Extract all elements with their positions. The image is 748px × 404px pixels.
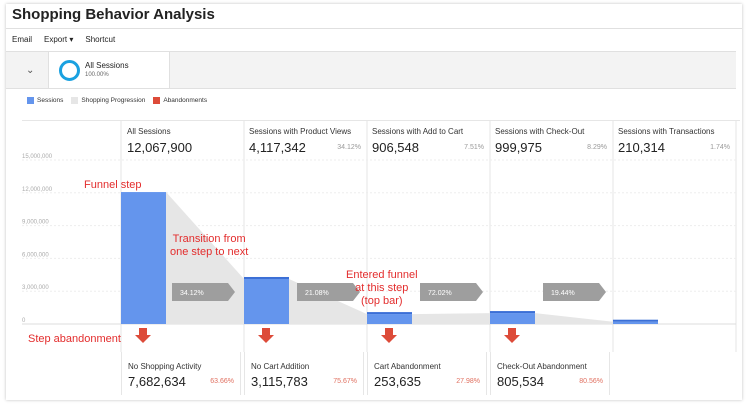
abandon-value: 253,635 [374,374,421,389]
segment-bar: ⌄ All Sessions 100.00% [6,51,736,89]
column-header-check-out[interactable]: Sessions with Check-Out 999,975 8.29% [495,127,613,155]
column-percent: 1.74% [710,144,730,151]
abandon-label: No Shopping Activity [128,362,202,371]
segment-ring-icon [59,60,80,81]
annotation-step-abandonment: Step abandonment [28,333,121,345]
column-percent: 8.29% [587,144,607,151]
column-header-all-sessions[interactable]: All Sessions 12,067,900 [127,127,245,155]
abandon-label: No Cart Addition [251,362,310,371]
column-percent: 7.51% [464,144,484,151]
legend-item-progression: Shopping Progression [71,97,145,104]
segment-percent: 100.00% [85,72,109,78]
column-header-add-to-cart[interactable]: Sessions with Add to Cart 906,548 7.51% [372,127,490,155]
header-divider [22,120,740,121]
abandon-card-no-cart[interactable]: No Cart Addition 3,115,783 75.67% [244,352,364,395]
abandon-percent: 27.98% [456,378,480,385]
abandon-label: Cart Abandonment [374,362,441,371]
annotation-funnel-step: Funnel step [84,179,142,191]
column-label: Sessions with Transactions [618,127,715,136]
abandon-card-cart[interactable]: Cart Abandonment 253,635 27.98% [367,352,487,395]
annotation-line: Entered funnel [346,269,418,281]
annotation-transition: Transition from one step to next [170,233,248,259]
annotation-line: (top bar) [360,295,403,307]
abandon-value: 805,534 [497,374,544,389]
column-header-product-views[interactable]: Sessions with Product Views 4,117,342 34… [249,127,367,155]
export-button[interactable]: Export ▾ [44,35,73,44]
chevron-down-icon[interactable]: ⌄ [26,65,34,76]
abandon-value: 7,682,634 [128,374,186,389]
column-label: All Sessions [127,127,171,136]
shortcut-button[interactable]: Shortcut [85,35,115,44]
abandon-percent: 75.67% [333,378,357,385]
annotation-line: Transition from [172,233,246,245]
annotation-entered-funnel: Entered funnel at this step (top bar) [346,269,418,308]
column-percent: 34.12% [337,144,361,151]
email-button[interactable]: Email [12,35,32,44]
legend-swatch-progression [71,97,79,104]
title-divider [6,28,742,29]
segment-name: All Sessions [85,61,129,70]
page-title: Shopping Behavior Analysis [12,6,215,23]
annotation-line: one step to next [170,246,249,258]
chart-legend: Sessions Shopping Progression Abandonmen… [27,97,207,104]
caret-down-icon: ▾ [69,35,74,44]
column-label: Sessions with Product Views [249,127,352,136]
export-label: Export [44,35,68,44]
column-label: Sessions with Add to Cart [372,127,464,136]
abandon-value: 3,115,783 [251,374,308,389]
column-value: 12,067,900 [127,140,193,155]
legend-label: Sessions [37,97,64,104]
abandon-percent: 80.56% [579,378,603,385]
legend-swatch-abandonments [153,97,161,104]
column-header-transactions[interactable]: Sessions with Transactions 210,314 1.74% [618,127,736,155]
legend-item-abandonments: Abandonments [153,97,207,104]
abandon-card-no-shopping[interactable]: No Shopping Activity 7,682,634 63.66% [121,352,241,395]
toolbar: Email Export ▾ Shortcut [12,35,115,44]
legend-label: Abandonments [163,97,208,104]
legend-label: Shopping Progression [81,97,146,104]
abandon-label: Check-Out Abandonment [497,362,587,371]
abandon-percent: 63.66% [210,378,234,385]
annotation-line: at this step [355,282,409,294]
abandon-card-check-out[interactable]: Check-Out Abandonment 805,534 80.56% [490,352,610,395]
legend-swatch-sessions [27,97,34,104]
column-label: Sessions with Check-Out [495,127,585,136]
legend-item-sessions: Sessions [27,97,63,104]
segment-card-all-sessions[interactable]: All Sessions 100.00% [48,52,170,88]
